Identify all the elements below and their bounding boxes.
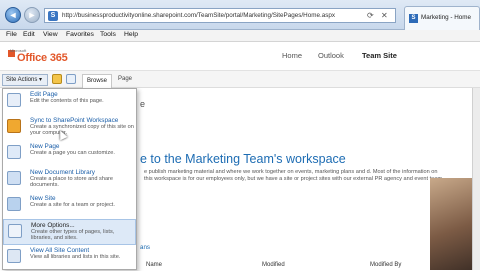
document-library-icon: [7, 171, 21, 185]
refresh-icon[interactable]: ⟳: [367, 11, 374, 20]
menu-item-more-options[interactable]: More Options... Create other types of pa…: [3, 219, 136, 245]
menu-item-edit-page[interactable]: Edit Page Edit the contents of this page…: [3, 89, 136, 115]
menu-item-title: More Options...: [31, 222, 75, 229]
folder-up-icon[interactable]: [52, 74, 62, 84]
site-content-icon: [7, 249, 21, 263]
menu-edit[interactable]: Edit: [23, 31, 35, 38]
menu-item-title: New Page: [30, 143, 60, 150]
address-field[interactable]: S http://businessproductivityonline.shar…: [44, 8, 396, 23]
menu-item-desc: Edit the contents of this page.: [30, 98, 104, 104]
menu-item-title: View All Site Content: [30, 247, 90, 254]
browser-address-bar: ◄ ► S http://businessproductivityonline.…: [0, 0, 480, 30]
menu-item-desc: Create a synchronized copy of this site …: [30, 124, 134, 137]
url-text: http://businessproductivityonline.sharep…: [62, 12, 336, 19]
menu-tools[interactable]: Tools: [100, 31, 116, 38]
stop-icon[interactable]: ✕: [381, 11, 388, 20]
menu-item-desc: Create a page you can customize.: [30, 150, 115, 156]
tab-favicon-icon: S: [409, 14, 418, 23]
menu-item-title: New Document Library: [30, 169, 95, 176]
menu-view[interactable]: View: [43, 31, 58, 38]
menu-item-new-page[interactable]: New Page Create a page you can customize…: [3, 141, 136, 167]
forward-button[interactable]: ►: [24, 7, 40, 23]
menu-item-desc: Create a site for a team or project.: [30, 202, 115, 208]
menu-item-sync[interactable]: Sync to SharePoint Workspace Create a sy…: [3, 115, 136, 141]
sharepoint-favicon-icon: S: [48, 11, 58, 21]
edit-icon[interactable]: [66, 74, 76, 84]
menu-item-desc: View all libraries and lists in this sit…: [30, 254, 121, 260]
tab-page[interactable]: Page: [118, 76, 132, 82]
menu-item-new-site[interactable]: New Site Create a site for a team or pro…: [3, 193, 136, 219]
library-heading[interactable]: ans: [140, 244, 150, 251]
menu-item-desc: Create other types of pages, lists, libr…: [31, 229, 115, 242]
menu-item-title: Sync to SharePoint Workspace: [30, 117, 119, 124]
edit-page-icon: [7, 93, 21, 107]
page-title: e to the Marketing Team's workspace: [140, 152, 346, 166]
nav-home[interactable]: Home: [282, 51, 302, 60]
column-name[interactable]: Name: [146, 262, 162, 268]
menu-favorites[interactable]: Favorites: [66, 31, 94, 38]
menu-item-title: New Site: [30, 195, 56, 202]
office365-header: Microsoft Office 365 Home Outlook Team S…: [0, 43, 480, 71]
site-actions-menu: Edit Page Edit the contents of this page…: [2, 88, 137, 270]
tab-browse[interactable]: Browse: [82, 74, 112, 88]
menu-help[interactable]: Help: [124, 31, 138, 38]
column-modified[interactable]: Modified: [262, 262, 285, 268]
new-site-icon: [7, 197, 21, 211]
ribbon-bar: Site Actions ▾ Browse Page: [0, 71, 480, 88]
site-actions-button[interactable]: Site Actions ▾: [2, 74, 48, 86]
menu-item-title: Edit Page: [30, 91, 58, 98]
browser-menu-bar: File Edit View Favorites Tools Help: [0, 30, 480, 42]
nav-outlook[interactable]: Outlook: [318, 51, 344, 60]
nav-team-site[interactable]: Team Site: [362, 51, 397, 60]
tab-title: Marketing - Home: [421, 14, 472, 21]
scrollbar[interactable]: [472, 88, 480, 270]
sync-icon: [7, 119, 21, 133]
menu-item-desc: Create a place to store and share docume…: [30, 176, 114, 189]
back-button[interactable]: ◄: [5, 7, 21, 23]
menu-file[interactable]: File: [6, 31, 17, 38]
logo-office365[interactable]: Office 365: [17, 52, 68, 64]
more-options-icon: [8, 224, 22, 238]
page-intro: e publish marketing material and where w…: [144, 169, 444, 182]
column-modified-by[interactable]: Modified By: [370, 262, 401, 268]
page-edit-fragment: e: [140, 99, 146, 109]
new-page-icon: [7, 145, 21, 159]
menu-item-view-all-site-content[interactable]: View All Site Content View all libraries…: [3, 245, 136, 271]
browser-tab[interactable]: S Marketing - Home: [404, 6, 480, 30]
menu-item-new-document-library[interactable]: New Document Library Create a place to s…: [3, 167, 136, 193]
